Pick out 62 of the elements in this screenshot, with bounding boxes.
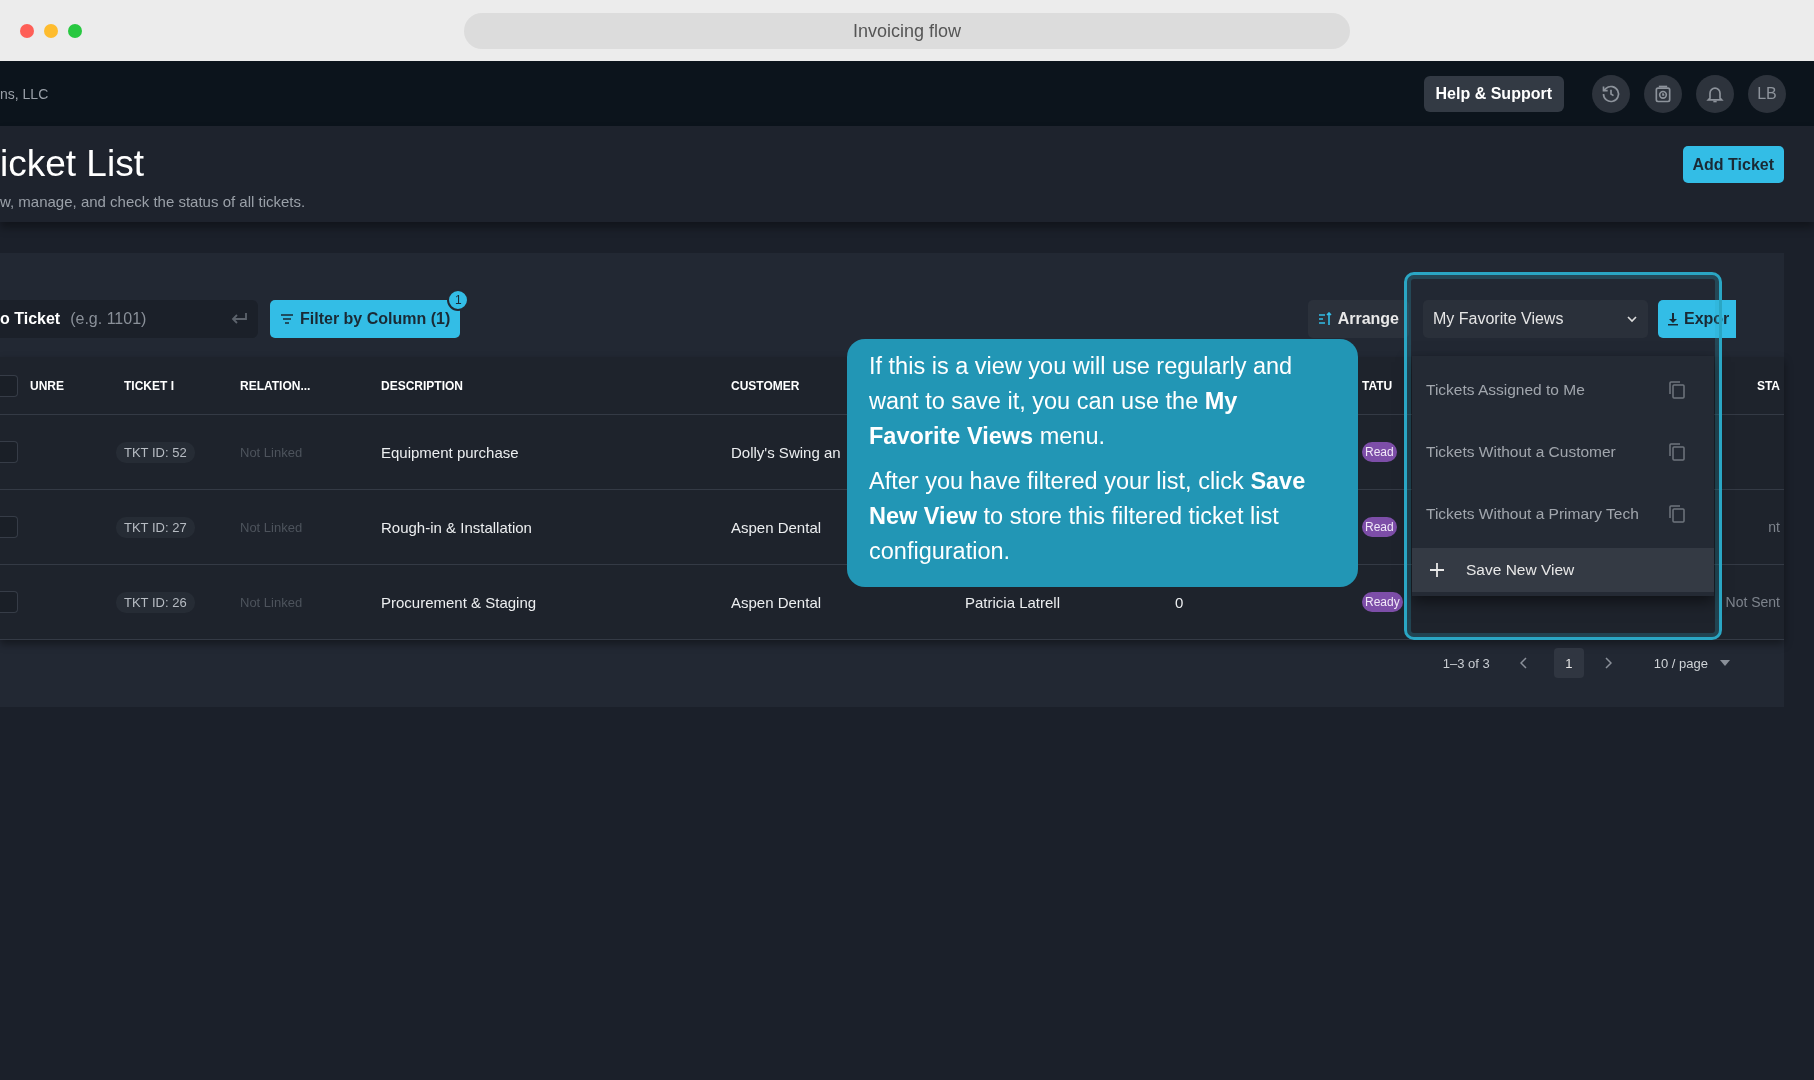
menu-item[interactable]: Tickets Assigned to Me — [1412, 359, 1714, 421]
user-avatar[interactable]: LB — [1748, 74, 1786, 113]
table-cell: 0 — [1175, 593, 1184, 611]
add-ticket-button[interactable]: Add Ticket — [1682, 146, 1784, 183]
tooltip-text: After you have filtered your list, click Save New View to store this filtered ticket list configuration. — [869, 467, 1307, 566]
menu-item[interactable]: Tickets Without a Primary Tech — [1412, 483, 1714, 545]
count-badge: 1 — [447, 289, 470, 311]
copy-icon[interactable] — [1668, 442, 1686, 462]
history-icon[interactable] — [1592, 74, 1630, 113]
column-header[interactable]: TICKET I — [124, 378, 240, 393]
ticket-id-tag: TKT ID: 26 — [116, 591, 195, 613]
company-name: ns, LLC — [0, 85, 50, 102]
checkbox[interactable] — [0, 374, 18, 397]
search-label: o Ticket — [0, 310, 61, 328]
page-number[interactable]: 1 — [1553, 648, 1584, 678]
menu-item-label: Tickets Assigned to Me — [1426, 381, 1585, 399]
ticket-id-tag: TKT ID: 27 — [116, 516, 195, 538]
copy-icon[interactable] — [1668, 504, 1686, 524]
save-view-item[interactable]: Save New View — [1412, 548, 1714, 592]
copy-icon[interactable] — [1668, 380, 1686, 400]
table-cell-text: Not Sent — [1725, 594, 1781, 610]
checkbox[interactable] — [0, 441, 18, 463]
checkbox[interactable] — [0, 591, 18, 613]
status-tag: Read — [1362, 517, 1397, 537]
table-cell-text: nt — [1768, 519, 1781, 535]
caret-down-icon — [1720, 660, 1730, 666]
filter-icon — [280, 313, 294, 325]
ticket-id-tag: TKT ID: 52 — [116, 441, 195, 463]
download-icon — [1666, 312, 1680, 326]
address-bar[interactable]: Invoicing flow — [464, 13, 1350, 49]
customer-text: Aspen Dental — [731, 593, 822, 611]
sort-icon — [1317, 312, 1332, 326]
timer-icon[interactable] — [1644, 74, 1682, 113]
views-dropdown[interactable]: My Favorite Views — [1423, 300, 1648, 338]
page-range: 1–3 of 3 — [1442, 655, 1490, 671]
table-cell: Patricia Latrell — [965, 593, 1061, 611]
description-text: Procurement & Staging — [381, 593, 537, 611]
menu-item-label: Tickets Without a Customer — [1426, 443, 1616, 461]
help-button[interactable]: Help & Support — [1423, 75, 1564, 112]
description-text: Equipment purchase — [381, 443, 519, 461]
column-header[interactable]: DESCRIPTION — [381, 378, 731, 393]
description-text: Rough-in & Installation — [381, 518, 532, 536]
page-size-select[interactable]: 10 / page — [1647, 654, 1736, 672]
bell-icon[interactable] — [1696, 74, 1734, 113]
customer-text: Dolly's Swing an — [731, 443, 841, 461]
tooltip-text: If this is a view you will use regularly and want to save it, you can use the My Favorite Views menu. — [869, 352, 1294, 451]
status-tag: Read — [1362, 442, 1397, 462]
customer-text: Aspen Dental — [731, 518, 822, 536]
enter-icon — [230, 312, 248, 326]
column-header[interactable]: UNRE — [30, 378, 124, 393]
checkbox[interactable] — [0, 516, 18, 538]
arrange-button[interactable]: Arrange — [1307, 300, 1409, 338]
page-title: icket List — [0, 144, 145, 185]
status-tag: Ready — [1362, 592, 1403, 612]
column-header[interactable]: RELATION... — [240, 378, 381, 393]
plus-icon — [1430, 563, 1444, 577]
menu-item[interactable]: Tickets Without a Customer — [1412, 421, 1714, 483]
ticket-search-field[interactable]: o Ticket (e.g. 1101) — [0, 300, 258, 338]
chevron-down-icon — [1626, 315, 1638, 323]
menu-item-label: Tickets Without a Primary Tech — [1426, 505, 1639, 523]
page-subtitle: w, manage, and check the status of all tickets. — [0, 192, 306, 210]
search-input[interactable]: (e.g. 1101) — [68, 309, 222, 329]
